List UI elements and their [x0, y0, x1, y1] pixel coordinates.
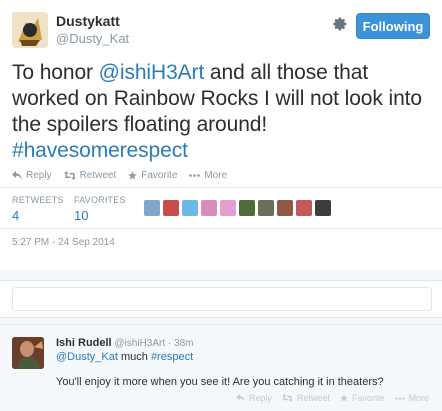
retweet-label: Retweet	[79, 170, 117, 181]
more-label: More	[204, 170, 228, 181]
reply-more-label: More	[408, 393, 430, 403]
author-avatar[interactable]	[12, 12, 48, 48]
retweet-icon	[282, 394, 293, 402]
main-tweet: Dustykatt @Dusty_Kat Following To honor …	[0, 0, 442, 270]
hashtag-link[interactable]: #havesomerespect	[12, 139, 188, 162]
retweet-action[interactable]: Retweet	[63, 170, 117, 181]
reply-more-action[interactable]: More	[394, 393, 430, 403]
favorites-count: 10	[74, 208, 89, 223]
reply-icon	[12, 171, 22, 180]
favoriter-avatar[interactable]	[144, 200, 160, 216]
favorites-label: FAVORITES	[74, 195, 126, 205]
star-icon	[128, 171, 138, 180]
tweet-timestamp[interactable]: 5:27 PM - 24 Sep 2014	[12, 237, 115, 248]
reply-text-line2: You'll enjoy it more when you see it! Ar…	[56, 376, 384, 388]
gear-icon[interactable]	[330, 14, 350, 34]
retweets-label: RETWEETS	[12, 195, 64, 205]
reply-hashtag-link[interactable]: #respect	[151, 351, 193, 363]
reply-action[interactable]: Reply	[12, 170, 52, 181]
retweets-stat[interactable]: RETWEETS 4	[12, 195, 64, 223]
reply-retweet-label: Retweet	[297, 393, 331, 403]
more-action[interactable]: More	[189, 170, 227, 181]
reply-mention-link[interactable]: @Dusty_Kat	[56, 351, 118, 363]
reply-tweet: Ishi Rudell @ishiH3Art · 38m @Dusty_Kat …	[0, 324, 442, 411]
reply-author-name[interactable]: Ishi Rudell	[56, 337, 112, 349]
tweet-actions: Reply Retweet Favorite More	[12, 170, 227, 181]
retweet-icon	[63, 171, 76, 180]
star-icon	[340, 394, 349, 402]
following-button[interactable]: Following	[356, 13, 430, 39]
reply-compose-box	[0, 280, 442, 318]
reply-text-middle: much	[117, 351, 151, 363]
favoriter-avatar[interactable]	[296, 200, 312, 216]
favoriter-avatar[interactable]	[220, 200, 236, 216]
reply-reply-label: Reply	[249, 393, 273, 403]
author-name[interactable]: Dustykatt	[56, 13, 120, 29]
retweets-count: 4	[12, 208, 20, 223]
favoriter-avatar[interactable]	[315, 200, 331, 216]
reply-author-handle[interactable]: @ishiH3Art	[114, 338, 165, 349]
reply-retweet-action[interactable]: Retweet	[282, 393, 330, 403]
more-dots-icon	[189, 174, 201, 177]
reply-icon	[236, 394, 245, 402]
tweet-stats: RETWEETS 4 FAVORITES 10	[0, 187, 442, 229]
favorites-stat[interactable]: FAVORITES 10	[74, 195, 126, 223]
reply-time-separator: ·	[165, 338, 175, 349]
favoriter-avatar[interactable]	[163, 200, 179, 216]
favoriter-avatar[interactable]	[182, 200, 198, 216]
reply-input[interactable]	[12, 287, 432, 311]
author-handle[interactable]: @Dusty_Kat	[56, 31, 129, 46]
tweet-text-part1: To honor	[12, 61, 99, 84]
favoriter-avatars	[144, 200, 331, 216]
reply-text-line1: @Dusty_Kat much #respect	[56, 351, 193, 363]
reply-author-avatar[interactable]	[12, 337, 44, 369]
separator-band	[0, 270, 442, 280]
favoriter-avatar[interactable]	[277, 200, 293, 216]
reply-actions: Reply Retweet Favorite More	[236, 393, 429, 403]
favoriter-avatar[interactable]	[201, 200, 217, 216]
favorite-label: Favorite	[141, 170, 178, 181]
favoriter-avatar[interactable]	[258, 200, 274, 216]
reply-time[interactable]: 38m	[174, 338, 193, 349]
reply-favorite-label: Favorite	[352, 393, 385, 403]
reply-label: Reply	[26, 170, 52, 181]
reply-header: Ishi Rudell @ishiH3Art · 38m	[56, 337, 193, 349]
favorite-action[interactable]: Favorite	[128, 170, 177, 181]
reply-reply-action[interactable]: Reply	[236, 393, 272, 403]
favoriter-avatar[interactable]	[239, 200, 255, 216]
mention-link[interactable]: @ishiH3Art	[99, 61, 205, 84]
more-dots-icon	[394, 396, 405, 400]
tweet-text: To honor @ishiH3Art and all those that w…	[12, 60, 432, 164]
reply-favorite-action[interactable]: Favorite	[340, 393, 385, 403]
